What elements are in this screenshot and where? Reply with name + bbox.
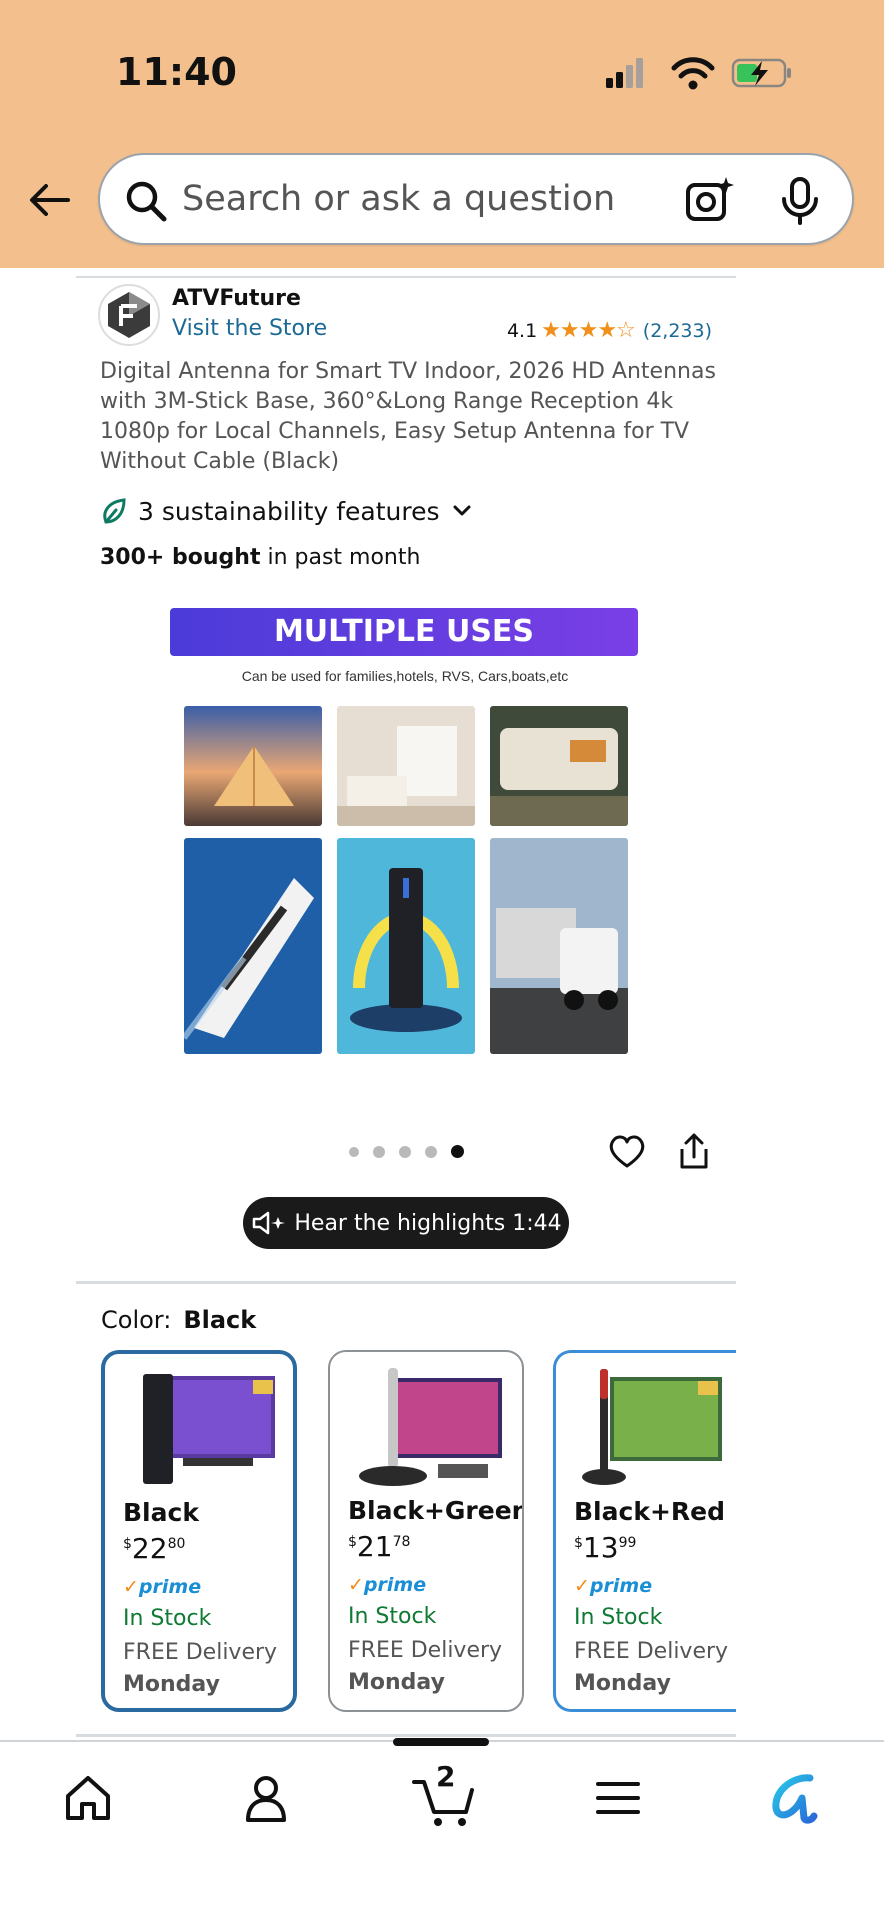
prime-badge: ✓prime [123,1576,202,1598]
prime-check-icon: ✓ [348,1574,364,1596]
delivery-label: FREE Delivery [123,1640,278,1665]
visit-store-link[interactable]: Visit the Store [172,316,327,341]
variant-name: Black+Red [574,1497,725,1526]
bottom-nav: 2 [0,1740,884,1922]
cellular-signal-icon [606,58,643,88]
speaker-sparkle-icon [253,1211,286,1235]
status-time: 11:40 [116,50,237,94]
rufus-icon[interactable] [764,1768,824,1828]
color-selected-value: Black [183,1306,257,1334]
hotel-room-photo [337,706,475,826]
brand-name: ATVFuture [172,286,301,311]
battery-charging-icon [731,58,791,88]
divider [76,276,736,278]
home-indicator [393,1738,489,1746]
section-divider [76,1734,736,1737]
carousel-dots[interactable] [349,1145,478,1158]
prime-check-icon: ✓ [574,1575,590,1597]
carousel-dot[interactable] [349,1146,359,1157]
account-icon[interactable] [236,1768,296,1828]
variant-name: Black [123,1498,199,1527]
section-divider [76,1281,736,1284]
carousel-dot[interactable] [373,1145,385,1158]
status-icons [606,57,791,90]
stock-status: In Stock [348,1604,437,1629]
delivery-label: FREE Delivery [348,1638,503,1663]
search-input[interactable]: Search or ask a question [182,179,615,219]
rating-stars: ★★★★☆ [541,318,636,343]
truck-photo [490,838,628,1054]
hear-highlights-button[interactable]: Hear the highlights 1:44 [243,1197,569,1249]
variant-price: $2280 [123,1532,186,1565]
rating-count-link[interactable]: (2,233) [643,320,712,342]
variant-image [359,1368,502,1486]
heart-icon[interactable] [607,1131,647,1171]
color-label: Color: Black [101,1306,256,1334]
variant-image [143,1374,275,1484]
menu-icon[interactable] [588,1768,648,1828]
image-subtitle: Can be used for families,hotels, RVS, Ca… [241,668,569,684]
highlights-label: Hear the highlights 1:44 [294,1210,562,1236]
antenna-product-photo [337,838,475,1054]
delivery-label: FREE Delivery [574,1639,729,1664]
app-header: 11:40 Search or ask a question [0,0,884,268]
rv-camper-photo [490,706,628,826]
carousel-dot-active[interactable] [451,1145,464,1158]
microphone-icon[interactable] [776,175,824,225]
search-icon [126,181,167,222]
leaf-icon [103,498,126,524]
sustainability-features-toggle[interactable]: 3 sustainability features [100,496,484,526]
variant-card-black-green[interactable]: Black+Green $2178 ✓prime In Stock FREE D… [328,1350,524,1712]
delivery-day: Monday [574,1671,671,1696]
product-image[interactable]: MULTIPLE USES Can be used for families,h… [160,590,650,1080]
product-title: Digital Antenna for Smart TV Indoor, 202… [100,359,716,474]
image-banner: MULTIPLE USES [170,608,638,656]
carousel-dot[interactable] [425,1145,437,1158]
cart-button[interactable]: 2 [410,1760,480,1828]
variant-card-black-red[interactable]: Black+Red $1399 ✓prime In Stock FREE Del… [553,1350,736,1712]
camera-search-icon[interactable] [684,175,734,225]
bought-rest: in past month [260,545,421,570]
search-bar[interactable]: Search or ask a question [98,153,854,245]
boat-photo [184,838,322,1054]
prime-check-icon: ✓ [123,1576,139,1598]
variant-card-black[interactable]: Black $2280 ✓prime In Stock FREE Deliver… [101,1350,297,1712]
back-arrow-icon [30,184,70,216]
stock-status: In Stock [123,1606,212,1631]
bought-bold: 300+ bought [100,545,261,570]
brand-logo[interactable] [98,284,160,346]
cart-count: 2 [436,1760,456,1793]
tent-photo [184,706,322,826]
stock-status: In Stock [574,1605,663,1630]
variant-name: Black+Green [348,1496,524,1525]
variant-image [582,1369,722,1485]
variant-price: $2178 [348,1530,411,1563]
delivery-day: Monday [123,1672,220,1697]
variant-price: $1399 [574,1531,637,1564]
delivery-day: Monday [348,1670,445,1695]
home-icon[interactable] [58,1768,118,1828]
share-icon[interactable] [676,1131,712,1171]
color-label-text: Color: [101,1306,172,1334]
wifi-icon [671,57,715,90]
rating-summary[interactable]: 4.1 ★★★★☆ (2,233) [507,318,712,343]
chevron-down-icon [453,505,471,516]
prime-badge: ✓prime [574,1575,653,1597]
bought-count: 300+ bought in past month [100,545,420,570]
rating-value: 4.1 [506,319,538,342]
prime-badge: ✓prime [348,1574,427,1596]
carousel-dot[interactable] [399,1145,411,1158]
atvfuture-logo-icon [108,292,150,338]
back-button[interactable] [22,172,78,228]
sustainability-label: 3 sustainability features [138,496,440,526]
